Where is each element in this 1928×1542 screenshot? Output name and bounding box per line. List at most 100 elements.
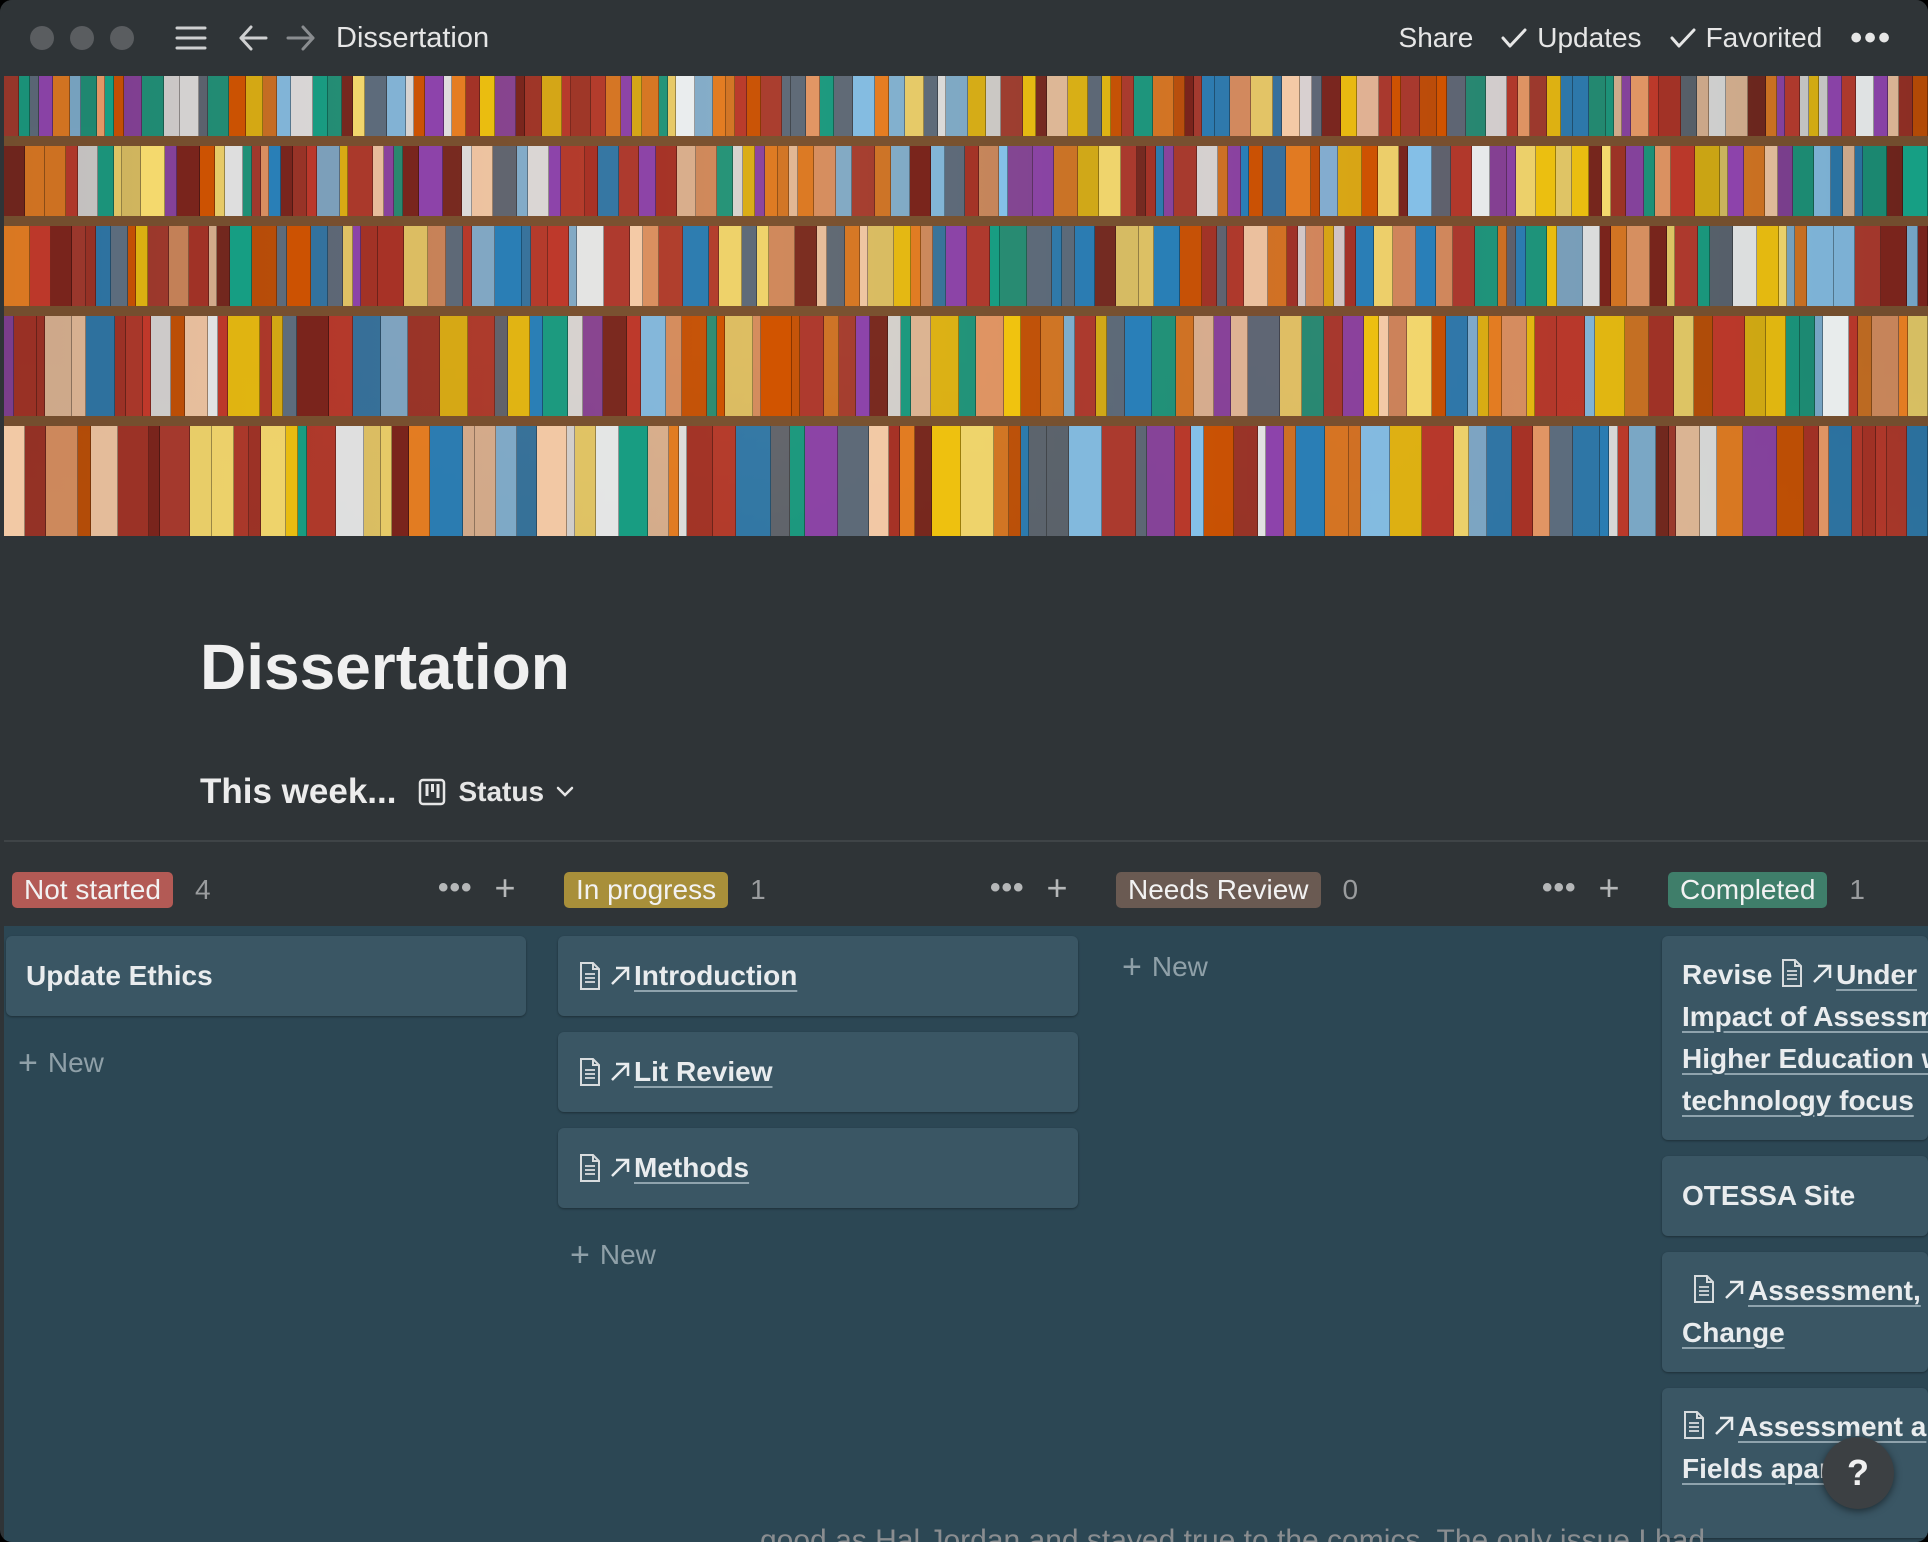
- document-icon: [1694, 1275, 1714, 1303]
- status-tag: In progress: [564, 872, 729, 908]
- link-arrow-icon: [1725, 1280, 1744, 1299]
- board-card[interactable]: Methods: [558, 1128, 1078, 1208]
- column-header-needs-review[interactable]: Needs Review 0: [1116, 870, 1358, 910]
- status-tag: Not started: [12, 872, 173, 908]
- card-title-link[interactable]: technology focus: [1682, 1085, 1914, 1116]
- shelf-plank: [4, 136, 1928, 146]
- card-title: Update Ethics: [26, 960, 213, 991]
- help-button[interactable]: ?: [1822, 1437, 1894, 1509]
- new-label: New: [47, 1047, 104, 1078]
- board-card[interactable]: Introduction: [558, 936, 1078, 1016]
- column-header-completed[interactable]: Completed 1: [1668, 870, 1865, 910]
- card-title-link[interactable]: Assessment,: [1748, 1275, 1921, 1306]
- status-tag: Needs Review: [1116, 872, 1321, 908]
- bookshelf-row: [4, 426, 1928, 536]
- breadcrumb[interactable]: Dissertation: [336, 22, 489, 55]
- updates-label: Updates: [1537, 22, 1642, 53]
- card-title: OTESSA Site: [1682, 1180, 1856, 1211]
- close-window-button[interactable]: [30, 26, 54, 50]
- document-icon: [580, 1058, 600, 1086]
- forward-arrow-icon[interactable]: [284, 21, 318, 55]
- notion-window: Dissertation Share Updates Favorited •••…: [0, 0, 1928, 1542]
- card-prefix-text: Revise: [1682, 959, 1773, 990]
- card-title-link[interactable]: Under: [1836, 959, 1917, 990]
- card-title-link[interactable]: Fields apar: [1682, 1453, 1830, 1484]
- top-bar: Dissertation Share Updates Favorited •••: [0, 0, 1928, 76]
- column-menu-dots-icon[interactable]: •••: [438, 871, 473, 905]
- document-icon: [1684, 1411, 1704, 1439]
- chevron-down-icon: [556, 786, 574, 797]
- new-label: New: [1151, 951, 1208, 982]
- add-card-plus-icon[interactable]: +: [495, 870, 516, 906]
- card-title-link[interactable]: Methods: [634, 1152, 749, 1184]
- bookshelf-row: [4, 76, 1928, 136]
- column-count: 1: [750, 874, 766, 905]
- card-title-link[interactable]: Introduction: [634, 960, 797, 992]
- more-options-button[interactable]: •••: [1850, 21, 1892, 55]
- column-actions: ••• +: [1542, 870, 1620, 906]
- view-switcher[interactable]: Status: [418, 776, 574, 808]
- shelf-plank: [4, 416, 1928, 426]
- link-arrow-icon: [611, 1158, 630, 1177]
- back-arrow-icon[interactable]: [236, 21, 270, 55]
- favorited-button[interactable]: Favorited: [1670, 22, 1823, 54]
- shelf-plank: [4, 306, 1928, 316]
- check-icon: [1670, 28, 1696, 48]
- column-count: 4: [194, 874, 211, 905]
- document-icon: [1782, 959, 1803, 987]
- bookshelf-row: [4, 226, 1928, 306]
- plus-icon: +: [18, 1044, 38, 1082]
- page-title[interactable]: Dissertation: [200, 630, 570, 704]
- bookshelf-row: [4, 146, 1928, 216]
- plus-icon: +: [570, 1236, 590, 1274]
- favorited-label: Favorited: [1705, 22, 1823, 53]
- new-card-button[interactable]: + New: [570, 1238, 656, 1272]
- share-button[interactable]: Share: [1399, 22, 1474, 54]
- board-view-icon: [419, 778, 446, 806]
- column-header-not-started[interactable]: Not started 4: [12, 870, 211, 910]
- view-switch-label: Status: [458, 776, 545, 807]
- zoom-window-button[interactable]: [110, 26, 134, 50]
- card-title-link[interactable]: Change: [1682, 1317, 1785, 1348]
- minimize-window-button[interactable]: [70, 26, 94, 50]
- cover-image[interactable]: [4, 76, 1928, 536]
- board-card[interactable]: OTESSA Site: [1662, 1156, 1928, 1236]
- column-actions: ••• +: [438, 870, 516, 906]
- background-window-text: good as Hal Jordan and stayed true to th…: [760, 1524, 1705, 1542]
- link-arrow-icon: [1715, 1416, 1734, 1435]
- status-tag: Completed: [1668, 872, 1828, 908]
- plus-icon: +: [1122, 948, 1142, 986]
- sidebar-menu-icon[interactable]: [174, 21, 208, 55]
- column-menu-dots-icon[interactable]: •••: [1542, 871, 1577, 905]
- add-card-plus-icon[interactable]: +: [1047, 870, 1068, 906]
- board-card[interactable]: Lit Review: [558, 1032, 1078, 1112]
- updates-button[interactable]: Updates: [1501, 22, 1642, 54]
- link-arrow-icon: [1813, 964, 1832, 983]
- new-card-button[interactable]: + New: [18, 1046, 104, 1080]
- bookshelf-row: [4, 316, 1928, 416]
- column-menu-dots-icon[interactable]: •••: [990, 871, 1025, 905]
- column-actions: ••• +: [990, 870, 1068, 906]
- divider: [4, 840, 1928, 842]
- database-title[interactable]: This week...: [200, 772, 396, 812]
- shelf-plank: [4, 216, 1928, 226]
- card-title-link[interactable]: Lit Review: [634, 1056, 772, 1088]
- document-icon: [580, 1154, 600, 1182]
- new-label: New: [599, 1239, 656, 1270]
- window-controls: [30, 26, 134, 50]
- column-count: 1: [1849, 874, 1865, 905]
- card-title-link[interactable]: Impact of Assessm: [1682, 1001, 1928, 1032]
- check-icon: [1501, 28, 1527, 48]
- add-card-plus-icon[interactable]: +: [1599, 870, 1620, 906]
- card-title-link[interactable]: Higher Education w: [1682, 1043, 1928, 1074]
- card-title-link[interactable]: Assessment a: [1738, 1411, 1926, 1442]
- new-card-button[interactable]: + New: [1122, 950, 1208, 984]
- link-arrow-icon: [611, 1062, 630, 1081]
- document-icon: [580, 962, 600, 990]
- board-area: [4, 926, 1928, 1542]
- column-header-in-progress[interactable]: In progress 1: [564, 870, 766, 910]
- board-card[interactable]: Assessment, Change: [1662, 1252, 1928, 1372]
- board-card[interactable]: Update Ethics: [6, 936, 526, 1016]
- board-card[interactable]: Revise Under Impact of Assessm Higher Ed…: [1662, 936, 1928, 1140]
- database-view-bar: This week... Status: [200, 772, 574, 812]
